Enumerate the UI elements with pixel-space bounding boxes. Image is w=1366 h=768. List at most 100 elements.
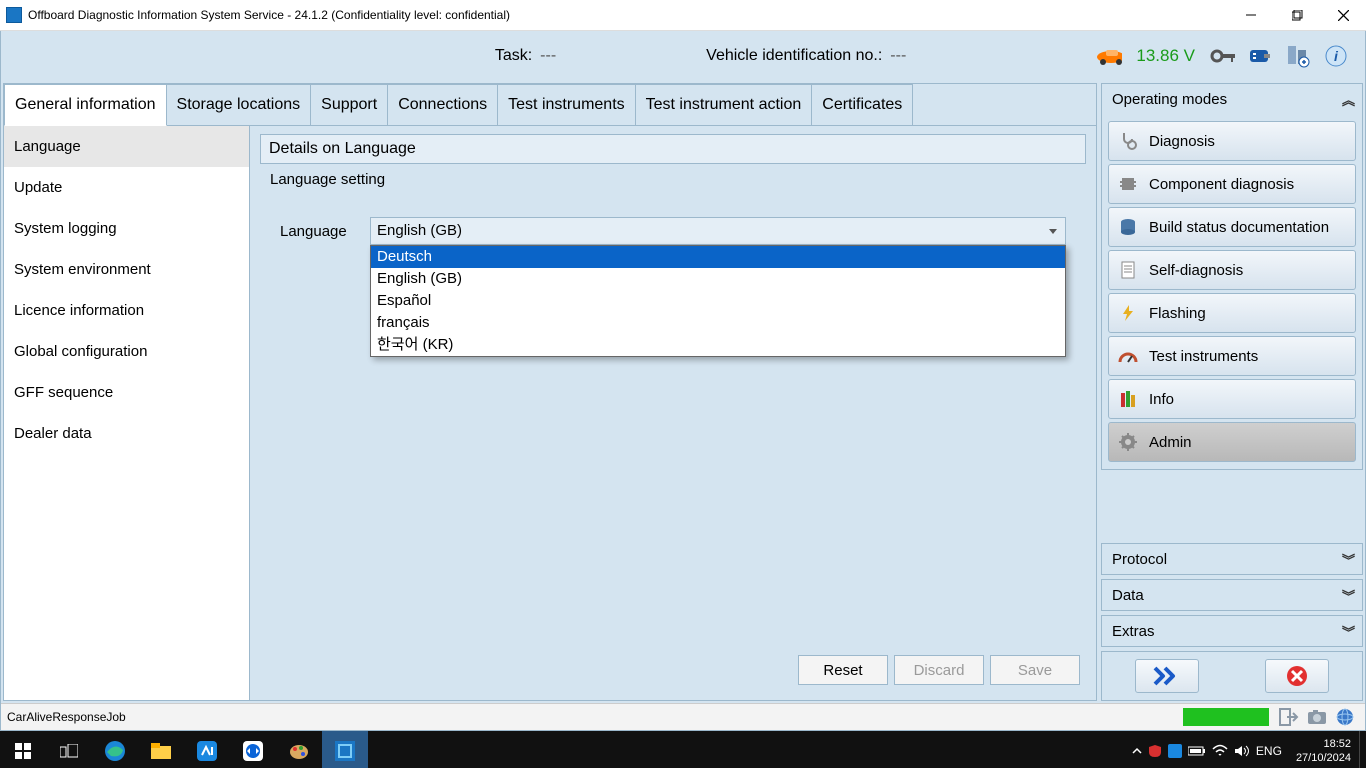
taskbar-app-blue[interactable] bbox=[184, 731, 230, 768]
subnav-gff-sequence[interactable]: GFF sequence bbox=[4, 372, 249, 413]
mode-flashing[interactable]: Flashing bbox=[1108, 293, 1356, 333]
language-option-deutsch[interactable]: Deutsch bbox=[371, 246, 1065, 268]
tray-language[interactable]: ENG bbox=[1256, 744, 1282, 758]
language-option-korean[interactable]: 한국어 (KR) bbox=[371, 334, 1065, 356]
taskbar-explorer[interactable] bbox=[138, 731, 184, 768]
start-button[interactable] bbox=[0, 731, 46, 768]
info-icon[interactable]: i bbox=[1323, 43, 1349, 69]
tray-volume-icon[interactable] bbox=[1234, 744, 1250, 758]
protocol-header[interactable]: Protocol ︾ bbox=[1102, 544, 1362, 574]
subnav-licence-information[interactable]: Licence information bbox=[4, 290, 249, 331]
language-dropdown: Deutsch English (GB) Español français 한국… bbox=[370, 245, 1066, 357]
tab-support[interactable]: Support bbox=[310, 84, 388, 126]
language-select[interactable]: English (GB) Deutsch English (GB) Españo… bbox=[370, 217, 1066, 245]
key-icon[interactable] bbox=[1209, 43, 1235, 69]
discard-button[interactable]: Discard bbox=[894, 655, 984, 685]
tab-test-instrument-action[interactable]: Test instrument action bbox=[635, 84, 813, 126]
option-label: English (GB) bbox=[377, 270, 462, 287]
chip-icon bbox=[1117, 173, 1139, 195]
vin-value: --- bbox=[890, 47, 906, 65]
tab-test-instruments[interactable]: Test instruments bbox=[497, 84, 635, 126]
exit-icon[interactable] bbox=[1278, 707, 1300, 727]
show-desktop-button[interactable] bbox=[1359, 731, 1366, 768]
tray-battery-icon[interactable] bbox=[1188, 745, 1206, 757]
subnav-label: Dealer data bbox=[14, 425, 92, 442]
option-label: Deutsch bbox=[377, 248, 432, 265]
taskbar-paint[interactable] bbox=[276, 731, 322, 768]
task-value: --- bbox=[540, 47, 556, 65]
subnav-global-configuration[interactable]: Global configuration bbox=[4, 331, 249, 372]
language-select-value[interactable]: English (GB) bbox=[370, 217, 1066, 245]
tray-app-icon[interactable] bbox=[1168, 744, 1182, 758]
tab-label: Test instruments bbox=[508, 96, 624, 114]
gauge-icon bbox=[1117, 345, 1139, 367]
lightning-icon bbox=[1117, 302, 1139, 324]
system-tray[interactable]: ENG bbox=[1126, 744, 1288, 758]
server-icon[interactable] bbox=[1285, 43, 1311, 69]
cancel-button[interactable] bbox=[1265, 659, 1329, 693]
tray-wifi-icon[interactable] bbox=[1212, 744, 1228, 758]
expand-down-icon: ︾ bbox=[1342, 622, 1352, 641]
mode-component-diagnosis[interactable]: Component diagnosis bbox=[1108, 164, 1356, 204]
taskbar-clock[interactable]: 18:52 27/10/2024 bbox=[1288, 737, 1359, 765]
subnav-system-logging[interactable]: System logging bbox=[4, 208, 249, 249]
operating-modes-header[interactable]: Operating modes ︽ bbox=[1102, 84, 1362, 114]
tab-certificates[interactable]: Certificates bbox=[811, 84, 913, 126]
tray-chevron-up-icon[interactable] bbox=[1132, 746, 1142, 756]
reset-button[interactable]: Reset bbox=[798, 655, 888, 685]
mode-info[interactable]: Info bbox=[1108, 379, 1356, 419]
tray-security-icon[interactable] bbox=[1148, 744, 1162, 758]
mode-self-diagnosis[interactable]: Self-diagnosis bbox=[1108, 250, 1356, 290]
clock-time: 18:52 bbox=[1296, 737, 1351, 751]
taskbar-odis[interactable] bbox=[322, 731, 368, 768]
windows-taskbar[interactable]: ENG 18:52 27/10/2024 bbox=[0, 731, 1366, 768]
tab-label: Test instrument action bbox=[646, 96, 802, 114]
window-maximize-button[interactable] bbox=[1274, 0, 1320, 30]
tab-connections[interactable]: Connections bbox=[387, 84, 498, 126]
mode-label: Build status documentation bbox=[1149, 219, 1329, 236]
tab-storage-locations[interactable]: Storage locations bbox=[166, 84, 312, 126]
content-panel: Details on Language Language setting Lan… bbox=[250, 126, 1096, 700]
subnav: Language Update System logging System en… bbox=[4, 126, 250, 700]
data-header[interactable]: Data ︾ bbox=[1102, 580, 1362, 610]
language-field-label: Language bbox=[280, 223, 370, 240]
car-icon bbox=[1096, 43, 1122, 69]
language-option-francais[interactable]: français bbox=[371, 312, 1065, 334]
extras-header[interactable]: Extras ︾ bbox=[1102, 616, 1362, 646]
task-view-button[interactable] bbox=[46, 731, 92, 768]
language-option-english-gb[interactable]: English (GB) bbox=[371, 268, 1065, 290]
mode-label: Test instruments bbox=[1149, 348, 1258, 365]
globe-icon[interactable] bbox=[1334, 707, 1356, 727]
mode-diagnosis[interactable]: Diagnosis bbox=[1108, 121, 1356, 161]
mode-label: Component diagnosis bbox=[1149, 176, 1294, 193]
mode-build-status-documentation[interactable]: Build status documentation bbox=[1108, 207, 1356, 247]
camera-icon[interactable] bbox=[1306, 707, 1328, 727]
subnav-dealer-data[interactable]: Dealer data bbox=[4, 413, 249, 454]
taskbar-teamviewer[interactable] bbox=[230, 731, 276, 768]
tab-general-information[interactable]: General information bbox=[4, 84, 167, 126]
subnav-update[interactable]: Update bbox=[4, 167, 249, 208]
app-icon bbox=[6, 7, 22, 23]
language-option-espanol[interactable]: Español bbox=[371, 290, 1065, 312]
save-button[interactable]: Save bbox=[990, 655, 1080, 685]
status-job: CarAliveResponseJob bbox=[7, 710, 126, 724]
subnav-system-environment[interactable]: System environment bbox=[4, 249, 249, 290]
details-title: Details on Language bbox=[260, 134, 1086, 164]
status-indicator bbox=[1183, 708, 1269, 726]
window-close-button[interactable] bbox=[1320, 0, 1366, 30]
window-minimize-button[interactable] bbox=[1228, 0, 1274, 30]
forward-button[interactable] bbox=[1135, 659, 1199, 693]
subnav-language[interactable]: Language bbox=[4, 126, 249, 167]
gear-icon bbox=[1117, 431, 1139, 453]
protocol-title: Protocol bbox=[1112, 551, 1167, 568]
mode-admin[interactable]: Admin bbox=[1108, 422, 1356, 462]
extras-panel: Extras ︾ bbox=[1101, 615, 1363, 647]
tab-label: General information bbox=[15, 96, 156, 114]
content-action-bar: Reset Discard Save bbox=[260, 648, 1086, 692]
subnav-label: Global configuration bbox=[14, 343, 147, 360]
usb-icon[interactable] bbox=[1247, 43, 1273, 69]
data-panel: Data ︾ bbox=[1101, 579, 1363, 611]
mode-test-instruments[interactable]: Test instruments bbox=[1108, 336, 1356, 376]
taskbar-edge[interactable] bbox=[92, 731, 138, 768]
tab-label: Certificates bbox=[822, 96, 902, 114]
